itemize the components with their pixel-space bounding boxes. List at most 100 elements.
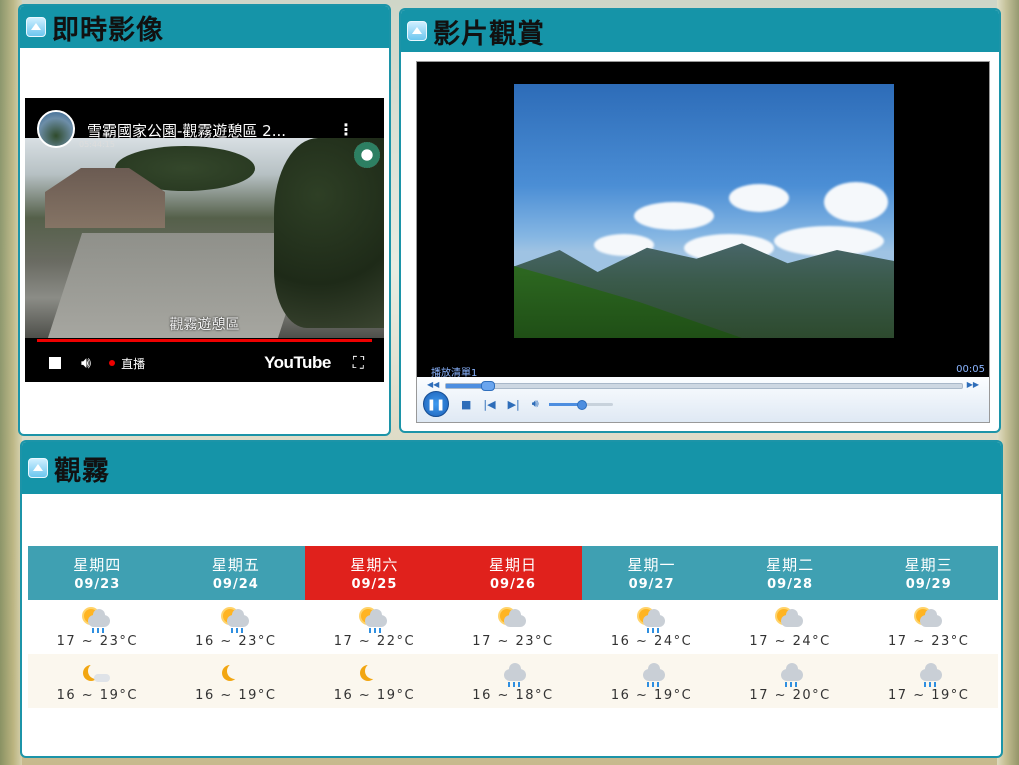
volume-fill (548, 402, 581, 406)
date-label: 09/28 (767, 577, 814, 592)
youtube-embed[interactable]: 觀霧遊憩區 雪霸國家公園-觀霧遊憩區 2... 05:44:15 ⋮ 🔊︎ 直播… (25, 98, 384, 382)
forecast-table: 星期四 09/23 星期五 09/24 星期六 09/25 星期日 09/26 星期一 09/27… (28, 546, 998, 708)
pause-button[interactable]: ❚❚ (423, 391, 449, 417)
moon-icon (221, 663, 251, 687)
forecast-night-row: 16 ~ 19°C 16 ~ 19°C 16 ~ 19°C 16 ~ 18°C 16 ~… (28, 654, 998, 708)
fullscreen-icon[interactable]: ⛶ (353, 353, 364, 373)
youtube-video-title[interactable]: 雪霸國家公園-觀霧遊憩區 2... (87, 120, 286, 141)
youtube-logo[interactable]: YouTube (264, 353, 331, 373)
day-temperature: 17 ~ 22°C (333, 634, 416, 649)
next-icon[interactable]: ▶| (508, 398, 520, 411)
forecast-night-cell: 16 ~ 19°C (28, 654, 167, 708)
rain-shape (923, 682, 936, 687)
camera-caption: 觀霧遊憩區 (169, 317, 240, 333)
previous-icon[interactable]: |◀ (483, 398, 495, 411)
night-temperature: 16 ~ 19°C (333, 688, 416, 703)
weekday-label: 星期一 (627, 556, 676, 574)
volume-icon[interactable]: 🔊︎ (532, 397, 539, 411)
date-label: 09/25 (351, 577, 398, 592)
live-label[interactable]: 直播 (121, 355, 145, 372)
forecast-location: 觀霧 (54, 455, 110, 487)
video-frame (514, 84, 894, 338)
live-progress-bar[interactable] (37, 339, 372, 342)
forecast-night-cell: 16 ~ 19°C (582, 654, 721, 708)
weekday-label: 星期三 (904, 556, 953, 574)
player-controls: ◀◀ ▶▶ ❚❚ ■ |◀ ▶| 🔊︎ (417, 377, 989, 422)
sun-cloud-rain-icon (359, 609, 389, 633)
cloud-shape (781, 663, 804, 681)
live-dot-icon (109, 360, 116, 366)
cloud-rain-icon (498, 663, 528, 687)
rain-shape (646, 628, 659, 633)
forecast-day-row: 17 ~ 23°C 16 ~ 23°C 17 ~ 22°C 17 ~ 23°C 16 ~… (28, 600, 998, 654)
cloud-shape (503, 663, 526, 681)
sun-cloud-rain-icon (221, 609, 251, 633)
cloud-shape (88, 609, 111, 627)
cloud-rain-icon (914, 663, 944, 687)
camera-timestamp: 05:44:15 (79, 140, 115, 149)
forecast-day-header: 星期五 09/24 (166, 546, 306, 600)
rewind-icon[interactable]: ◀◀ (427, 380, 439, 389)
moon-cloud-icon (82, 663, 112, 687)
forecast-day-header: 星期一 09/27 (582, 546, 721, 600)
date-label: 09/27 (628, 577, 675, 592)
video-panel-title: 影片觀賞 (433, 18, 545, 50)
forecast-header-row: 星期四 09/23 星期五 09/24 星期六 09/25 星期日 09/26 星期一 09/27… (28, 546, 998, 600)
fast-forward-icon[interactable]: ▶▶ (967, 380, 979, 389)
sun-cloud-rain-icon (637, 609, 667, 633)
collapse-icon[interactable] (26, 17, 46, 37)
volume-slider[interactable] (548, 399, 613, 410)
stop-icon[interactable]: ■ (461, 398, 471, 411)
day-temperature: 17 ~ 23°C (888, 634, 970, 649)
collapse-icon[interactable] (407, 21, 427, 41)
cloud-shape (729, 184, 789, 212)
cloud-shape (919, 609, 942, 627)
rain-shape (230, 628, 243, 633)
night-temperature: 16 ~ 18°C (472, 688, 554, 703)
elapsed-time: 00:05 (956, 364, 985, 375)
forecast-day-cell: 17 ~ 22°C (305, 600, 444, 654)
moon-shape (365, 663, 381, 679)
forecast-panel-header: 觀霧 (22, 442, 1001, 494)
forecast-day-cell: 17 ~ 24°C (721, 600, 860, 654)
seek-bar[interactable] (445, 381, 963, 391)
media-player[interactable]: 播放清單1 00:05 ◀◀ ▶▶ ❚❚ ■ |◀ ▶| 🔊︎ (416, 61, 990, 423)
weekday-label: 星期日 (488, 556, 537, 574)
channel-avatar[interactable] (37, 110, 75, 148)
night-temperature: 16 ~ 19°C (56, 688, 138, 703)
live-panel-title: 即時影像 (52, 14, 164, 46)
date-label: 09/29 (905, 577, 952, 592)
more-options-icon[interactable]: ⋮ (338, 120, 354, 139)
sun-cloud-icon (498, 609, 528, 633)
live-camera-frame: 觀霧遊憩區 (25, 138, 384, 338)
forecast-day-header: 星期日 09/26 (443, 546, 583, 600)
sun-cloud-rain-icon (82, 609, 112, 633)
collapse-icon[interactable] (28, 458, 48, 478)
forecast-day-header: 星期四 09/23 (28, 546, 167, 600)
weekday-label: 星期六 (350, 556, 399, 574)
park-logo-icon (354, 142, 380, 168)
volume-icon[interactable]: 🔊︎ (81, 353, 91, 373)
moon-shape (227, 663, 243, 679)
weekday-label: 星期二 (766, 556, 815, 574)
night-temperature: 16 ~ 19°C (195, 688, 277, 703)
live-camera-panel: 即時影像 觀霧遊憩區 雪霸國家公園-觀霧遊憩區 2... 05:44:15 ⋮ … (18, 4, 391, 436)
youtube-controls: 🔊︎ 直播 YouTube ⛶ (25, 344, 384, 382)
weekday-label: 星期四 (73, 556, 122, 574)
date-label: 09/26 (490, 577, 536, 592)
live-panel-header: 即時影像 (20, 6, 389, 48)
sun-cloud-icon (775, 609, 805, 633)
cloud-shape (634, 202, 714, 230)
seek-handle[interactable] (481, 381, 496, 391)
forecast-night-cell: 16 ~ 19°C (167, 654, 306, 708)
day-temperature: 16 ~ 24°C (610, 634, 693, 649)
forecast-day-cell: 16 ~ 24°C (582, 600, 721, 654)
moon-icon (359, 663, 389, 687)
forecast-day-cell: 17 ~ 23°C (28, 600, 167, 654)
cloud-shape (774, 226, 884, 256)
forecast-night-cell: 16 ~ 19°C (305, 654, 444, 708)
volume-handle[interactable] (576, 399, 587, 410)
forecast-day-cell: 17 ~ 23°C (444, 600, 583, 654)
cloud-rain-icon (637, 663, 667, 687)
stop-icon[interactable] (49, 357, 61, 369)
